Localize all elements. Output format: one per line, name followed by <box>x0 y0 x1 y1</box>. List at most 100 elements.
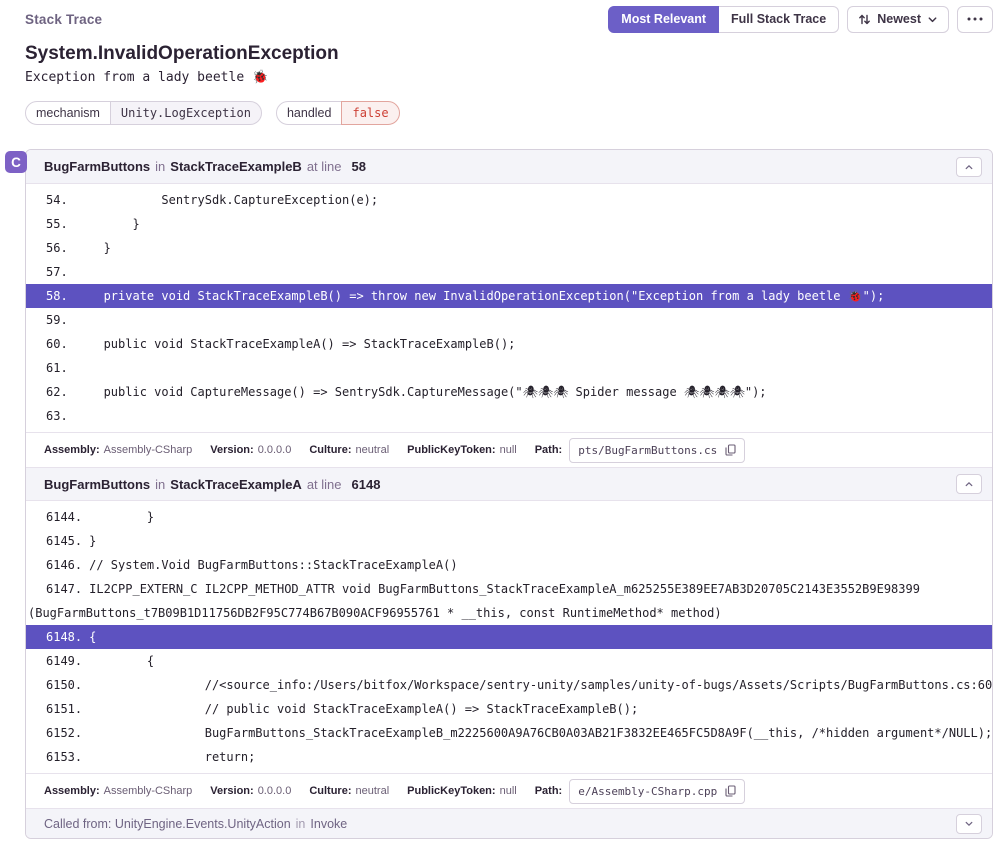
collapse-frame-button[interactable] <box>956 474 982 494</box>
code-line: 63. <box>26 404 992 428</box>
code-block: 6144. } 6145.} 6146.// System.Void BugFa… <box>26 501 992 773</box>
line-number: 59. <box>46 313 75 327</box>
more-options-button[interactable] <box>957 6 993 33</box>
frame-line-number: 6148 <box>352 477 381 492</box>
path-label: Path: <box>535 444 563 456</box>
assembly-label: Assembly: <box>44 785 100 797</box>
code-line: 57. <box>26 260 992 284</box>
tag-key: mechanism <box>25 101 111 125</box>
sort-button[interactable]: Newest <box>847 6 949 33</box>
platform-letter: C <box>11 155 21 170</box>
line-number: 6147. <box>46 582 89 596</box>
code-line: 6153. return; <box>26 745 992 769</box>
line-content: return; <box>89 750 255 764</box>
caller-module: UnityEngine.Events.UnityAction <box>115 817 291 831</box>
line-content: // System.Void BugFarmButtons::StackTrac… <box>89 558 457 572</box>
line-content: public void StackTraceExampleA() => Stac… <box>75 337 516 351</box>
code-line: 6144. } <box>26 505 992 529</box>
assembly-info-row: Assembly: Assembly-CSharp Version: 0.0.0.0… <box>26 432 992 467</box>
code-line: 6145.} <box>26 529 992 553</box>
path-copy-box[interactable]: e/Assembly-CSharp.cpp <box>569 779 745 804</box>
frame-header[interactable]: BugFarmButtons in StackTraceExampleB at … <box>26 150 992 184</box>
code-line: 55. } <box>26 212 992 236</box>
version-value: 0.0.0.0 <box>258 444 292 456</box>
code-line: 6151. // public void StackTraceExampleA(… <box>26 697 992 721</box>
line-content: } <box>89 510 154 524</box>
stack-trace-panel: Stack Trace Most Relevant Full Stack Tra… <box>0 0 999 839</box>
line-content: } <box>75 217 140 231</box>
line-content: { <box>89 630 96 644</box>
culture-value: neutral <box>356 444 390 456</box>
tag-handled[interactable]: handledfalse <box>276 101 400 125</box>
line-number: 6145. <box>46 534 89 548</box>
code-line: 6152. BugFarmButtons_StackTraceExampleB_… <box>26 721 992 745</box>
tag-mechanism[interactable]: mechanismUnity.LogException <box>25 101 262 125</box>
copy-icon[interactable] <box>725 444 736 456</box>
line-number: 56. <box>46 241 75 255</box>
section-title: Stack Trace <box>25 12 102 27</box>
frame-header[interactable]: BugFarmButtons in StackTraceExampleA at … <box>26 467 992 501</box>
header-controls: Most Relevant Full Stack Trace Newest <box>608 6 993 33</box>
code-line: 60. public void StackTraceExampleA() => … <box>26 332 992 356</box>
frame-function: StackTraceExampleA <box>170 477 302 492</box>
publickeytoken-value: null <box>500 785 517 797</box>
culture-label: Culture: <box>309 785 351 797</box>
line-number: 6150. <box>46 678 89 692</box>
line-content: public void CaptureMessage() => SentrySd… <box>75 385 767 399</box>
path-value: pts/BugFarmButtons.cs <box>578 444 717 457</box>
panel-header: Stack Trace Most Relevant Full Stack Tra… <box>25 4 993 34</box>
line-number: 6148. <box>46 630 89 644</box>
line-number: 6146. <box>46 558 89 572</box>
path-label: Path: <box>535 785 563 797</box>
frame-module: BugFarmButtons <box>44 159 150 174</box>
caller-in-word: in <box>296 817 306 831</box>
line-number: 61. <box>46 361 75 375</box>
assembly-label: Assembly: <box>44 444 100 456</box>
code-line-highlighted: 58. private void StackTraceExampleB() =>… <box>26 284 992 308</box>
tag-value: Unity.LogException <box>110 101 262 125</box>
path-copy-box[interactable]: pts/BugFarmButtons.cs <box>569 438 745 463</box>
line-number: 6152. <box>46 726 89 740</box>
assembly-item: Assembly: Assembly-CSharp <box>44 444 192 456</box>
path-value: e/Assembly-CSharp.cpp <box>578 785 717 798</box>
line-number: 55. <box>46 217 75 231</box>
copy-icon[interactable] <box>725 785 736 797</box>
path-item: Path: e/Assembly-CSharp.cpp <box>535 779 746 804</box>
version-label: Version: <box>210 444 253 456</box>
line-content: { <box>89 654 154 668</box>
line-content: //<source_info:/Users/bitfox/Workspace/s… <box>89 678 992 692</box>
publickeytoken-label: PublicKeyToken: <box>407 785 495 797</box>
most-relevant-button[interactable]: Most Relevant <box>608 6 719 33</box>
culture-item: Culture: neutral <box>309 785 389 797</box>
exception-type-title: System.InvalidOperationException <box>25 43 993 65</box>
stack-trace-container: C BugFarmButtons in StackTraceExampleB a… <box>25 149 993 839</box>
line-content: } <box>75 241 111 255</box>
called-from-row[interactable]: Called from: UnityEngine.Events.UnityAct… <box>26 808 992 838</box>
culture-value: neutral <box>356 785 390 797</box>
assembly-value: Assembly-CSharp <box>104 444 193 456</box>
line-number: 62. <box>46 385 75 399</box>
line-number: 6149. <box>46 654 89 668</box>
line-number: 60. <box>46 337 75 351</box>
frame-in-word: in <box>155 477 165 492</box>
collapse-frame-button[interactable] <box>956 157 982 177</box>
line-number: 6144. <box>46 510 89 524</box>
assembly-info-row: Assembly:Assembly-CSharp Version:0.0.0.0… <box>26 773 992 808</box>
expand-caller-button[interactable] <box>956 814 982 834</box>
tag-key: handled <box>276 101 343 125</box>
line-content: BugFarmButtons_StackTraceExampleB_m22256… <box>89 726 992 740</box>
frame-atline-word: at line <box>307 477 342 492</box>
line-number: 63. <box>46 409 75 423</box>
code-line: 59. <box>26 308 992 332</box>
code-line: 6149. { <box>26 649 992 673</box>
chevron-down-icon <box>927 14 938 25</box>
full-stack-trace-button[interactable]: Full Stack Trace <box>719 6 839 33</box>
assembly-item: Assembly:Assembly-CSharp <box>44 785 192 797</box>
line-number: 58. <box>46 289 75 303</box>
frame-atline-word: at line <box>307 159 342 174</box>
line-content: IL2CPP_EXTERN_C IL2CPP_METHOD_ATTR void … <box>28 582 927 620</box>
caller-function: Invoke <box>310 817 347 831</box>
culture-label: Culture: <box>309 444 351 456</box>
code-block: 54. SentrySdk.CaptureException(e); 55. }… <box>26 184 992 432</box>
csharp-platform-icon: C <box>5 151 27 173</box>
